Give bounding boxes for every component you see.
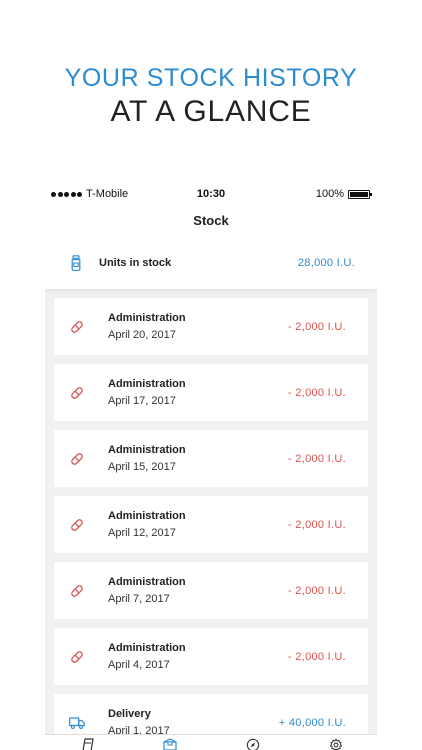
entry-amount: - 2,000 I.U. [287, 518, 346, 531]
tab-log[interactable] [75, 738, 99, 750]
pill-icon [69, 584, 85, 598]
entry-title: Administration [108, 378, 186, 390]
nav-bar: Stock [45, 204, 377, 236]
entry-date: April 7, 2017 [108, 593, 170, 605]
entry-title: Delivery [108, 708, 151, 720]
list-item[interactable]: Administration April 15, 2017 - 2,000 I.… [54, 430, 368, 487]
signal-icon [51, 191, 82, 197]
entry-amount: - 2,000 I.U. [287, 320, 346, 333]
truck-icon [69, 716, 85, 729]
entry-title: Administration [108, 576, 186, 588]
summary-label: Units in stock [99, 256, 172, 269]
entry-date: April 20, 2017 [108, 329, 176, 341]
status-bar: T-Mobile 10:30 100% [45, 184, 377, 204]
entry-date: April 17, 2017 [108, 395, 176, 407]
gear-icon [329, 738, 342, 750]
history-list: Administration April 20, 2017 - 2,000 I.… [45, 289, 377, 750]
tab-bar [45, 734, 377, 750]
entry-amount: - 2,000 I.U. [287, 584, 346, 597]
list-item[interactable]: Administration April 12, 2017 - 2,000 I.… [54, 496, 368, 553]
pill-icon [69, 386, 85, 400]
list-item[interactable]: Administration April 20, 2017 - 2,000 I.… [54, 298, 368, 355]
entry-amount: - 2,000 I.U. [287, 452, 346, 465]
bottle-icon [69, 254, 83, 271]
entry-date: April 15, 2017 [108, 461, 176, 473]
entry-amount: + 40,000 I.U. [278, 716, 346, 729]
entry-title: Administration [108, 642, 186, 654]
phone-screen: T-Mobile 10:30 100% Stock Units in stock… [45, 184, 377, 750]
tab-settings[interactable] [324, 738, 348, 750]
entry-date: April 4, 2017 [108, 659, 170, 671]
entry-amount: - 2,000 I.U. [287, 650, 346, 663]
tab-stock[interactable] [158, 738, 182, 750]
list-item[interactable]: Administration April 7, 2017 - 2,000 I.U… [54, 562, 368, 619]
carrier-label: T-Mobile [86, 188, 129, 200]
pill-icon [69, 650, 85, 664]
battery-percent: 100% [315, 188, 344, 200]
list-item[interactable]: Administration April 4, 2017 - 2,000 I.U… [54, 628, 368, 685]
list-item[interactable]: Administration April 17, 2017 - 2,000 I.… [54, 364, 368, 421]
page-title: Stock [193, 212, 229, 228]
pill-icon [69, 452, 85, 466]
stock-summary: Units in stock 28,000 I.U. [45, 236, 377, 289]
promo-headline: YOUR STOCK HISTORY AT A GLANCE [0, 64, 422, 130]
log-icon [82, 738, 94, 750]
stock-icon [162, 738, 177, 750]
headline-line-2: AT A GLANCE [110, 95, 312, 128]
tab-explore[interactable] [241, 738, 265, 750]
pill-icon [69, 518, 85, 532]
pill-icon [69, 320, 85, 334]
entry-title: Administration [108, 510, 186, 522]
summary-value: 28,000 I.U. [297, 256, 355, 269]
entry-date: April 12, 2017 [108, 527, 176, 539]
compass-icon [246, 738, 259, 750]
headline-line-1: YOUR STOCK HISTORY [64, 64, 358, 92]
entry-amount: - 2,000 I.U. [287, 386, 346, 399]
battery-icon [348, 189, 372, 199]
entry-title: Administration [108, 312, 186, 324]
entry-title: Administration [108, 444, 186, 456]
